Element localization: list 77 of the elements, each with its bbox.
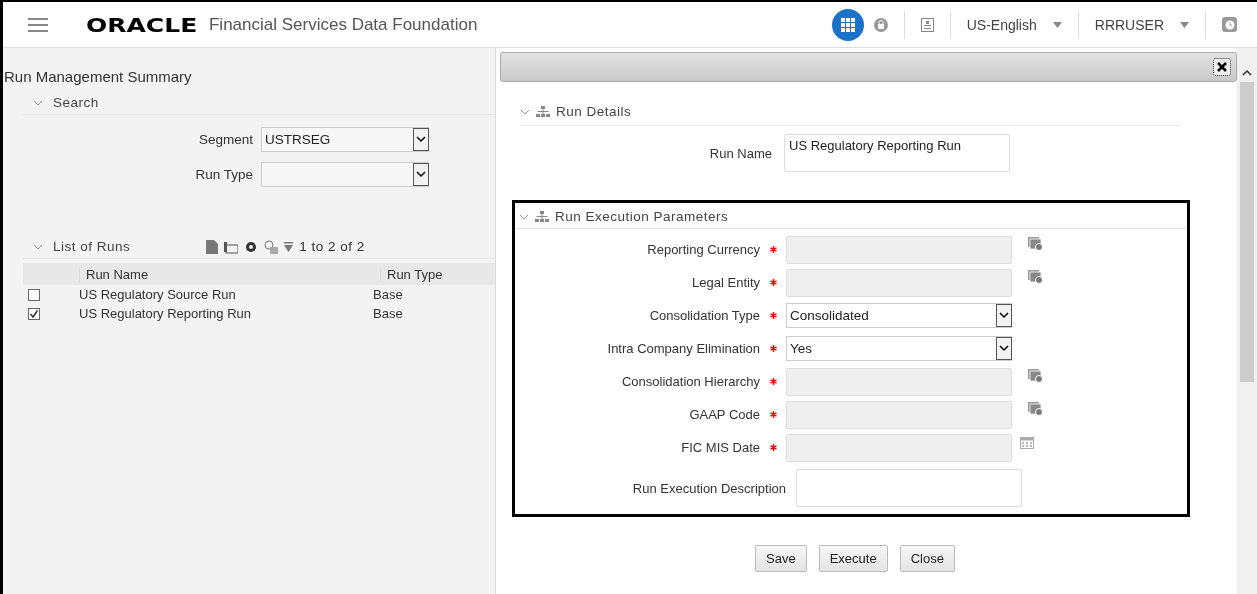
lookup-field[interactable] [786,400,1012,429]
lookup-icon[interactable] [1028,402,1043,416]
apps-grid-icon[interactable] [831,8,864,41]
field-label: Reporting Currency [646,242,760,257]
save-button[interactable]: Save [755,545,807,572]
select-field[interactable]: USTRSEG [261,127,429,152]
filter-icon[interactable] [284,240,294,253]
column-header[interactable]: Run Name [79,266,380,282]
field-label: GAAP Code [688,407,760,422]
chevron-icon[interactable] [519,213,529,220]
required-icon [769,444,777,451]
field-label: Run Type [194,167,253,182]
product-name: Financial Services Data Foundation [208,14,478,35]
field-label: Run Name [708,145,772,161]
lookup-icon[interactable] [1028,237,1043,251]
table-cell: Base [373,306,403,321]
chevron-down-icon [416,171,426,178]
chevron-icon[interactable] [33,243,43,250]
brand-logo: ORACLE [86,12,198,37]
checkbox[interactable] [28,307,40,320]
caret-icon [1180,21,1189,28]
required-icon [769,246,777,253]
description-field[interactable] [796,469,1022,507]
field-label: Intra Company Elimination [606,341,760,356]
panel-title: Run Management Summary [3,67,193,85]
required-icon [769,378,777,385]
chevron-down-icon [416,136,426,143]
gear-icon[interactable] [244,239,259,254]
select-field[interactable]: Yes [786,336,1012,361]
section-title: List of Runs [53,239,131,254]
lookup-icon[interactable] [1028,270,1043,284]
lock-icon[interactable] [873,17,888,32]
scrollbar[interactable] [1237,48,1257,594]
date-field[interactable] [786,433,1012,462]
select-field[interactable]: Consolidated [786,303,1012,328]
hierarchy-icon [536,105,550,118]
user-menu[interactable]: RRRUSER [1084,16,1199,33]
field-label: Legal Entity [691,275,760,290]
section-title: Run Details [556,104,632,119]
required-icon [769,345,777,352]
checkbox[interactable] [28,288,40,301]
section-title: Run Execution Parameters [555,209,729,224]
chevron-down-icon [999,312,1009,319]
select-field[interactable] [261,162,429,187]
language-dropdown[interactable]: US-English [956,16,1072,33]
close-button[interactable]: Close [899,545,955,572]
lookup-field[interactable] [786,235,1012,264]
document-icon[interactable] [920,17,934,32]
execute-button[interactable]: Execute [818,545,888,572]
section-title: Search [53,95,99,110]
required-icon [769,411,777,418]
field-label: FIC MIS Date [680,440,760,455]
column-header[interactable]: Run Type [380,266,443,282]
new-document-icon[interactable] [206,239,219,254]
field-label: Run Execution Description [631,480,786,496]
field-label: Consolidation Hierarchy [621,374,760,389]
caret-icon [1052,21,1062,28]
lookup-field[interactable] [786,367,1012,396]
lookup-icon[interactable] [1028,369,1043,383]
table-cell-text: US Regulatory Source Run [79,287,237,302]
calendar-icon[interactable] [1020,435,1034,449]
required-icon [769,279,777,286]
run-name-field[interactable]: US Regulatory Reporting Run [784,134,1010,172]
chevron-down-icon [999,345,1009,352]
menu-icon[interactable] [28,17,48,32]
chevron-icon[interactable] [520,108,530,115]
chevron-icon[interactable] [33,99,43,106]
lookup-field[interactable] [786,268,1012,297]
scroll-up-icon[interactable] [1242,70,1252,76]
pager-text: 1 to 2 of 2 [299,239,365,254]
close-icon[interactable] [1213,58,1231,76]
field-label: Consolidation Type [648,308,760,323]
table-cell-text: US Regulatory Reporting Run [79,306,252,321]
required-icon [769,312,777,319]
hierarchy-icon [535,210,549,223]
table-cell: Base [373,287,403,302]
field-label: Segment [197,132,253,147]
